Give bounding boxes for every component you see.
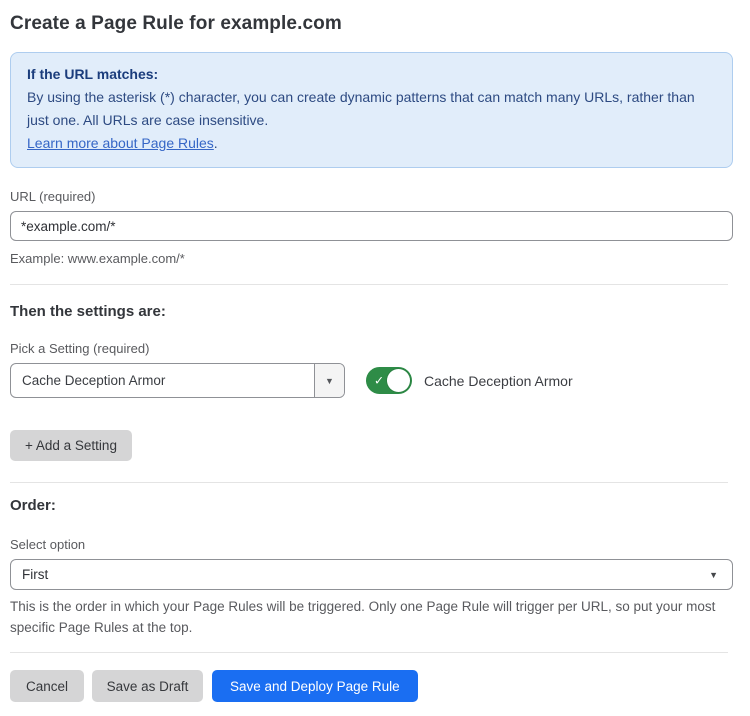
url-field-label: URL (required) [10,189,733,204]
url-input[interactable] [10,211,733,241]
order-section-heading: Order: [10,497,733,514]
cancel-button[interactable]: Cancel [10,670,84,702]
order-select-label: Select option [10,537,733,552]
url-match-info-box: If the URL matches: By using the asteris… [10,52,733,168]
section-divider [10,652,728,653]
setting-picker-label: Pick a Setting (required) [10,341,733,356]
link-suffix: . [214,135,218,151]
info-box-link-line: Learn more about Page Rules. [27,132,716,155]
setting-toggle[interactable]: ✓ [366,367,412,394]
save-and-deploy-button[interactable]: Save and Deploy Page Rule [212,670,418,702]
settings-section-heading: Then the settings are: [10,303,733,320]
section-divider [10,482,728,483]
setting-picker-dropdown[interactable]: Cache Deception Armor ▼ [10,363,345,398]
order-select-dropdown[interactable]: First ▼ [10,559,733,590]
learn-more-link[interactable]: Learn more about Page Rules [27,135,214,151]
page-title: Create a Page Rule for example.com [10,13,733,35]
setting-picker-value: Cache Deception Armor [11,364,314,397]
order-select-value: First [22,567,48,582]
order-help-text: This is the order in which your Page Rul… [10,596,730,638]
chevron-down-icon: ▼ [709,570,718,580]
footer-actions: Cancel Save as Draft Save and Deploy Pag… [10,670,733,702]
info-box-body: By using the asterisk (*) character, you… [27,86,716,132]
add-setting-button[interactable]: + Add a Setting [10,430,132,461]
setting-toggle-label: Cache Deception Armor [424,373,573,389]
setting-row: Cache Deception Armor ▼ ✓ Cache Deceptio… [10,363,733,398]
check-icon: ✓ [374,373,384,387]
save-as-draft-button[interactable]: Save as Draft [92,670,203,702]
page-rule-form: Create a Page Rule for example.com If th… [0,0,750,716]
toggle-knob [387,369,410,392]
chevron-down-icon[interactable]: ▼ [314,364,344,397]
section-divider [10,284,728,285]
info-box-heading: If the URL matches: [27,63,716,86]
url-example-text: Example: www.example.com/* [10,249,733,269]
